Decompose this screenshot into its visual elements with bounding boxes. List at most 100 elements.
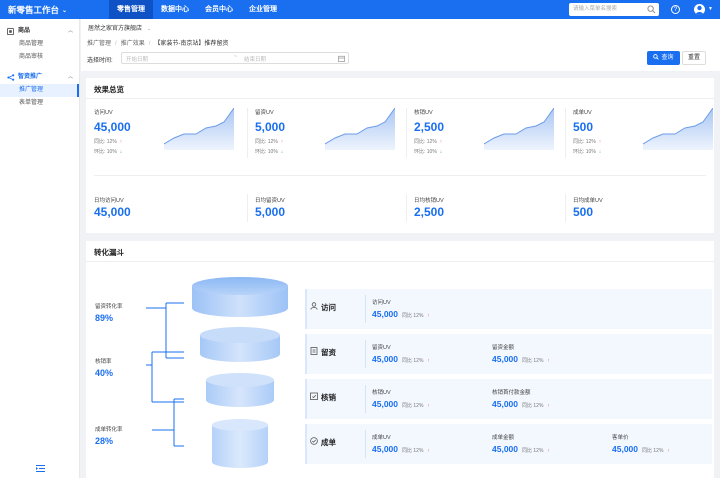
end-date-input[interactable]: 结束日期 xyxy=(244,55,266,63)
reset-button[interactable]: 重置 xyxy=(682,51,706,65)
value-text: 45,000 xyxy=(492,354,518,364)
metric-value: 2,500 xyxy=(414,120,445,134)
query-label: 查询 xyxy=(661,55,674,61)
sidebar-item-form-manage[interactable]: 表单管理 xyxy=(0,97,79,110)
yoy-text: 同比: 12% xyxy=(573,139,596,145)
crumb-effect[interactable]: 推广效果 xyxy=(121,41,145,47)
stage-metric: 成单金额 45,000 同比 12% ↑ xyxy=(492,433,550,454)
divider xyxy=(247,108,248,158)
stage-name: 留资 xyxy=(310,347,336,358)
sidebar-item-promotion-manage[interactable]: 推广管理 xyxy=(0,84,79,97)
yoy-text: 同比: 12% xyxy=(414,139,437,145)
trend-sparkline xyxy=(164,108,234,150)
avatar[interactable] xyxy=(694,4,705,15)
arrow-down-icon: ↓ xyxy=(598,149,602,155)
nav-data-center[interactable]: 数据中心 xyxy=(153,0,197,19)
stage-metric-value: 45,000 同比 12% ↑ xyxy=(492,354,550,364)
yoy-text: 同比 12% xyxy=(402,448,424,454)
stage-metric-label: 核销首付款金额 xyxy=(492,390,531,396)
chevron-down-icon[interactable]: ⌄ xyxy=(147,26,151,32)
metric-mom: 环比: 10% ↓ xyxy=(255,148,283,155)
value-text: 45,000 xyxy=(372,399,398,409)
metric-mom: 环比: 10% ↓ xyxy=(573,148,601,155)
main-content: 居然之家官方旗舰店 ⌄ 推广管理 / 推广效果 / 【家装节-南京站】推荐留资 选择时间:… xyxy=(81,19,720,478)
arrow-down-icon: ↓ xyxy=(119,149,123,155)
start-date-input[interactable]: 开始日期 xyxy=(126,55,148,63)
chevron-up-icon[interactable]: ︿ xyxy=(68,70,73,84)
brand-title: 新零售工作台 xyxy=(8,5,60,15)
chevron-up-icon[interactable]: ︿ xyxy=(68,24,73,38)
arrow-up-icon: ↑ xyxy=(427,358,430,364)
average-label: 日均成单UV xyxy=(573,198,603,204)
nav-enterprise[interactable]: 企业管理 xyxy=(241,0,285,19)
metric-label: 访问UV xyxy=(94,110,113,116)
yoy-text: 同比 12% xyxy=(522,358,544,364)
value-text: 45,000 xyxy=(492,444,518,454)
divider xyxy=(565,194,566,222)
stage-label: 核销 xyxy=(321,393,336,402)
stage-metric: 留资UV 45,000 同比 12% ↑ xyxy=(372,343,430,364)
stage-metric-value: 45,000 同比 12% ↑ xyxy=(372,309,430,319)
divider xyxy=(365,340,366,368)
chevron-down-icon[interactable]: ⌄ xyxy=(62,8,67,14)
divider xyxy=(247,194,248,222)
crumb-separator: / xyxy=(115,41,117,47)
stage-metric-value: 45,000 同比 12% ↑ xyxy=(372,399,430,409)
overview-title: 效果总览 xyxy=(94,85,124,94)
search-icon xyxy=(653,54,660,60)
metric-yoy: 同比: 12% ↑ xyxy=(414,138,442,145)
metric-card: 核销UV 2,500 同比: 12% ↑ 环比: 10% ↓ xyxy=(414,108,569,168)
divider xyxy=(365,385,366,413)
crumb-promotion[interactable]: 推广管理 xyxy=(87,41,111,47)
nav-retail[interactable]: 零售管理 xyxy=(109,0,153,19)
metric-card: 成单UV 500 同比: 12% ↑ 环比: 10% ↓ xyxy=(573,108,720,168)
sidebar-item-product-review[interactable]: 商品审核 xyxy=(0,51,79,64)
sidebar-group-product[interactable]: 商品 ︿ xyxy=(0,24,79,38)
metric-yoy: 同比: 12% ↑ xyxy=(573,138,601,145)
menu-search-input[interactable]: 请输入菜单名搜索 xyxy=(569,3,659,16)
top-nav: 零售管理 数据中心 会员中心 企业管理 xyxy=(109,0,285,19)
arrow-up-icon: ↑ xyxy=(439,139,443,145)
average-label: 日均访问UV xyxy=(94,198,124,204)
average-value: 500 xyxy=(573,205,594,219)
arrow-up-icon: ↑ xyxy=(427,403,430,409)
arrow-up-icon: ↑ xyxy=(547,403,550,409)
date-range-separator: ~ xyxy=(234,54,238,60)
yoy-text: 同比 12% xyxy=(402,403,424,409)
sidebar-group-promotion[interactable]: 智资推广 ︿ xyxy=(0,70,79,84)
stage-metric-value: 45,000 同比 12% ↑ xyxy=(372,354,430,364)
check-circle-icon xyxy=(310,437,318,445)
value-text: 45,000 xyxy=(372,354,398,364)
funnel-stage-row: 留资 留资UV 45,000 同比 12% ↑ 留资金额 45,000 同比 12% ↑ xyxy=(305,334,712,374)
arrow-up-icon: ↑ xyxy=(427,313,430,319)
metric-value: 5,000 xyxy=(255,120,286,134)
search-icon[interactable] xyxy=(647,5,656,14)
calendar-icon[interactable] xyxy=(338,55,345,62)
collapse-sidebar-icon[interactable] xyxy=(36,465,45,472)
promotion-icon xyxy=(7,74,15,81)
yoy-text: 同比: 12% xyxy=(255,139,278,145)
query-button[interactable]: 查询 xyxy=(647,51,680,65)
avatar-caret-icon[interactable]: ▼ xyxy=(708,6,713,12)
stage-metric-label: 访问UV xyxy=(372,300,391,306)
stage-metric-label: 核销UV xyxy=(372,390,391,396)
sidebar: 商品 ︿ 商品管理 商品审核 智资推广 ︿ 推广管理 表单管理 xyxy=(0,19,80,478)
metric-yoy: 同比: 12% ↑ xyxy=(94,138,122,145)
app-brand[interactable]: 新零售工作台 ⌄ xyxy=(8,4,67,16)
top-bar: 新零售工作台 ⌄ 零售管理 数据中心 会员中心 企业管理 请输入菜单名搜索 ? ▼ xyxy=(0,0,720,19)
stage-metric: 访问UV 45,000 同比 12% ↑ xyxy=(372,298,430,319)
stage-metric-value: 45,000 同比 12% ↑ xyxy=(492,399,550,409)
search-placeholder: 请输入菜单名搜索 xyxy=(573,6,618,12)
stage-name: 成单 xyxy=(310,437,336,448)
arrow-down-icon: ↓ xyxy=(439,149,443,155)
nav-member-center[interactable]: 会员中心 xyxy=(197,0,241,19)
stage-metric-value: 45,000 同比 12% ↑ xyxy=(612,444,670,454)
store-selector[interactable]: 居然之家官方旗舰店 ⌄ xyxy=(88,23,151,32)
arrow-down-icon: ↓ xyxy=(280,149,284,155)
metric-label: 成单UV xyxy=(573,110,592,116)
sidebar-item-product-manage[interactable]: 商品管理 xyxy=(0,38,79,51)
help-icon[interactable]: ? xyxy=(671,5,680,14)
stage-metric-label: 客单价 xyxy=(612,435,629,441)
date-range-picker[interactable]: 开始日期 ~ 结束日期 xyxy=(121,52,349,64)
sidebar-group-label: 商品 xyxy=(18,28,31,34)
